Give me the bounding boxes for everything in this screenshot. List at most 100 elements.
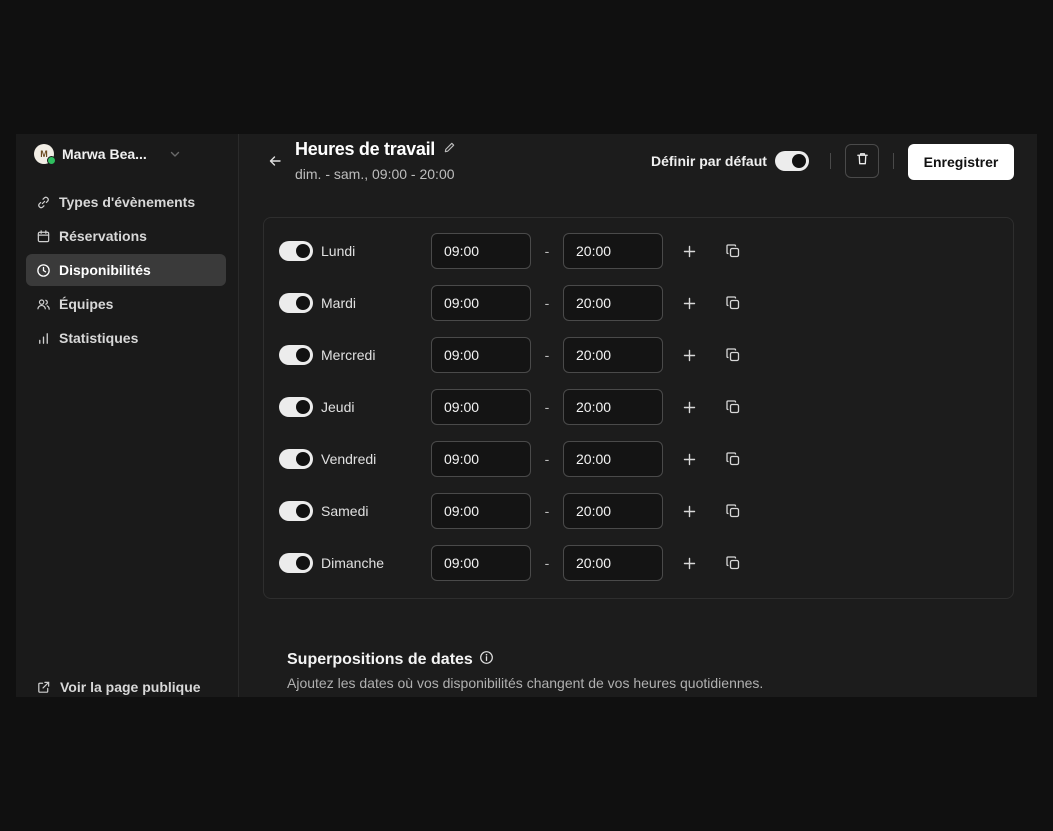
date-overrides-title: Superpositions de dates [287, 651, 473, 668]
time-separator: - [544, 503, 550, 519]
trash-icon [855, 151, 870, 171]
day-toggle[interactable] [279, 553, 313, 573]
plus-icon[interactable] [679, 501, 699, 521]
view-public-page-link[interactable]: Voir la page publique [35, 679, 201, 695]
copy-icon[interactable] [723, 241, 743, 261]
schedule-row-sunday: Dimanche 09:00 - 20:00 [279, 545, 743, 581]
schedule-row-tuesday: Mardi 09:00 - 20:00 [279, 285, 743, 321]
day-toggle[interactable] [279, 293, 313, 313]
time-separator: - [544, 451, 550, 467]
day-toggle[interactable] [279, 241, 313, 261]
day-label: Mercredi [321, 347, 376, 363]
page-header: Heures de travail dim. - sam., 09:00 - 2… [295, 139, 456, 182]
external-link-icon [35, 679, 51, 695]
day-label: Vendredi [321, 451, 377, 467]
sidebar-item-label: Disponibilités [59, 262, 151, 278]
end-time-select[interactable]: 20:00 [563, 337, 663, 373]
schedule-summary: dim. - sam., 09:00 - 20:00 [295, 166, 455, 182]
start-time-select[interactable]: 09:00 [431, 493, 531, 529]
schedule-row-saturday: Samedi 09:00 - 20:00 [279, 493, 743, 529]
sidebar-item-bookings[interactable]: Réservations [26, 220, 226, 252]
end-time-select[interactable]: 20:00 [563, 389, 663, 425]
copy-icon[interactable] [723, 449, 743, 469]
copy-icon[interactable] [723, 501, 743, 521]
sidebar-item-availability[interactable]: Disponibilités [26, 254, 226, 286]
plus-icon[interactable] [679, 293, 699, 313]
sidebar-item-label: Statistiques [59, 330, 139, 346]
end-time-select[interactable]: 20:00 [563, 441, 663, 477]
schedule-row-thursday: Jeudi 09:00 - 20:00 [279, 389, 743, 425]
sidebar-item-label: Réservations [59, 228, 147, 244]
divider [830, 153, 831, 169]
chevron-down-icon [169, 148, 181, 160]
plus-icon[interactable] [679, 397, 699, 417]
day-label: Dimanche [321, 555, 385, 571]
time-separator: - [544, 347, 550, 363]
divider [893, 153, 894, 169]
sidebar-item-label: Équipes [59, 296, 114, 312]
online-status-dot [47, 156, 56, 165]
save-button[interactable]: Enregistrer [908, 144, 1014, 180]
calendar-icon [35, 228, 51, 244]
day-label: Mardi [321, 295, 357, 311]
day-label: Samedi [321, 503, 369, 519]
copy-icon[interactable] [723, 397, 743, 417]
page-title: Heures de travail [295, 139, 435, 159]
time-separator: - [544, 399, 550, 415]
info-icon[interactable] [479, 650, 494, 670]
day-label: Jeudi [321, 399, 355, 415]
weekly-schedule: Lundi 09:00 - 20:00 Mardi 09:00 - 20:00 … [263, 217, 1014, 599]
app-window: M Marwa Bea... Types d'évènements Réserv… [16, 134, 1037, 697]
avatar: M [34, 144, 56, 165]
user-name: Marwa Bea... [62, 146, 147, 162]
date-overrides-section: Superpositions de dates Ajoutez les date… [287, 650, 763, 691]
end-time-select[interactable]: 20:00 [563, 285, 663, 321]
plus-icon[interactable] [679, 345, 699, 365]
set-default-toggle[interactable] [774, 151, 809, 171]
sidebar-item-label: Types d'évènements [59, 194, 196, 210]
day-label: Lundi [321, 243, 356, 259]
day-toggle[interactable] [279, 397, 313, 417]
end-time-select[interactable]: 20:00 [563, 233, 663, 269]
end-time-select[interactable]: 20:00 [563, 545, 663, 581]
sidebar-nav: Types d'évènements Réservations Disponib… [26, 186, 226, 356]
sidebar-item-teams[interactable]: Équipes [26, 288, 226, 320]
users-icon [35, 296, 51, 312]
day-toggle[interactable] [279, 501, 313, 521]
bar-chart-icon [35, 330, 51, 346]
time-separator: - [544, 295, 550, 311]
time-separator: - [544, 555, 550, 571]
plus-icon[interactable] [679, 241, 699, 261]
copy-icon[interactable] [723, 553, 743, 573]
start-time-select[interactable]: 09:00 [431, 285, 531, 321]
sidebar-item-event-types[interactable]: Types d'évènements [26, 186, 226, 218]
view-public-page-label: Voir la page publique [60, 679, 201, 695]
sidebar: M Marwa Bea... Types d'évènements Réserv… [16, 134, 239, 697]
schedule-row-monday: Lundi 09:00 - 20:00 [279, 233, 743, 269]
date-overrides-description: Ajoutez les dates où vos disponibilités … [287, 675, 764, 691]
start-time-select[interactable]: 09:00 [431, 233, 531, 269]
clock-icon [35, 262, 51, 278]
copy-icon[interactable] [723, 293, 743, 313]
plus-icon[interactable] [679, 553, 699, 573]
user-menu[interactable]: M Marwa Bea... [34, 143, 181, 165]
start-time-select[interactable]: 09:00 [431, 441, 531, 477]
sidebar-item-insights[interactable]: Statistiques [26, 322, 226, 354]
back-arrow-icon[interactable] [266, 152, 284, 170]
main-content: Heures de travail dim. - sam., 09:00 - 2… [239, 134, 1037, 697]
edit-pencil-icon[interactable] [443, 141, 456, 159]
schedule-row-wednesday: Mercredi 09:00 - 20:00 [279, 337, 743, 373]
time-separator: - [544, 243, 550, 259]
set-default-control: Définir par défaut [651, 146, 809, 176]
link-icon [35, 194, 51, 210]
schedule-row-friday: Vendredi 09:00 - 20:00 [279, 441, 743, 477]
copy-icon[interactable] [723, 345, 743, 365]
day-toggle[interactable] [279, 449, 313, 469]
start-time-select[interactable]: 09:00 [431, 337, 531, 373]
delete-button[interactable] [845, 144, 879, 178]
start-time-select[interactable]: 09:00 [431, 545, 531, 581]
plus-icon[interactable] [679, 449, 699, 469]
end-time-select[interactable]: 20:00 [563, 493, 663, 529]
start-time-select[interactable]: 09:00 [431, 389, 531, 425]
day-toggle[interactable] [279, 345, 313, 365]
